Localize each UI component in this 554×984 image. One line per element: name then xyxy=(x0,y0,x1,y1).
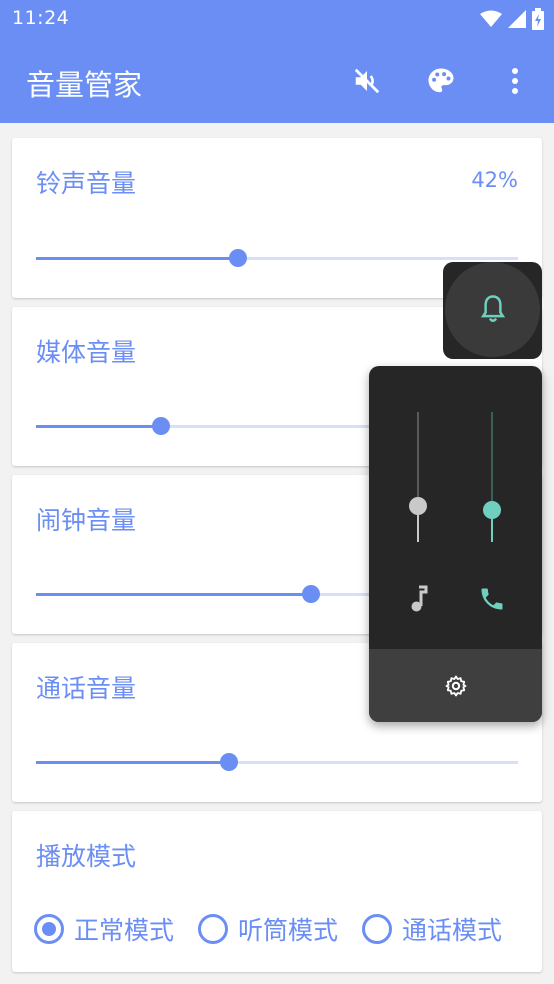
palette-button[interactable] xyxy=(424,64,458,98)
play-mode-label: 播放模式 xyxy=(36,842,137,871)
app-bar: 音量管家 xyxy=(0,38,554,123)
media-volume-label: 媒体音量 xyxy=(36,338,137,367)
bottom-edge xyxy=(0,975,554,984)
radio-circle[interactable] xyxy=(198,914,229,944)
slider-thumb[interactable] xyxy=(229,249,248,267)
radio-earpiece-mode[interactable]: 听筒模式 xyxy=(198,911,338,947)
bell-icon xyxy=(480,294,505,322)
radio-label: 通话模式 xyxy=(402,916,503,945)
mute-icon xyxy=(354,68,380,94)
call-volume-label: 通话音量 xyxy=(36,674,137,703)
radio-normal-mode[interactable]: 正常模式 xyxy=(34,911,174,947)
app-title: 音量管家 xyxy=(26,68,143,102)
battery-charging-icon xyxy=(532,8,544,30)
radio-call-mode[interactable]: 通话模式 xyxy=(362,911,502,947)
signal-icon xyxy=(508,10,526,28)
status-icons xyxy=(480,8,544,30)
play-mode-card: 播放模式 正常模式 听筒模式 通话模式 xyxy=(12,811,542,972)
status-time: 11:24 xyxy=(12,7,70,29)
radio-circle[interactable] xyxy=(362,914,393,944)
ringtone-volume-label: 铃声音量 xyxy=(36,169,137,198)
play-mode-radio-group: 正常模式 听筒模式 通话模式 xyxy=(34,911,502,947)
panel-settings-button[interactable] xyxy=(369,649,542,722)
more-options-button[interactable] xyxy=(498,64,532,98)
phone-icon xyxy=(481,588,503,610)
music-note-icon xyxy=(411,585,428,612)
slider-thumb[interactable] xyxy=(301,585,320,603)
ringtone-volume-percent: 42% xyxy=(471,168,518,192)
status-bar: 11:24 xyxy=(0,0,554,38)
wifi-icon xyxy=(480,10,502,27)
floating-volume-panel xyxy=(369,366,542,722)
slider-thumb[interactable] xyxy=(152,417,171,435)
radio-label: 正常模式 xyxy=(74,916,175,945)
floating-bell-button[interactable] xyxy=(443,262,542,359)
slider-thumb[interactable] xyxy=(219,753,238,771)
call-stream-button[interactable] xyxy=(477,584,507,614)
palette-icon xyxy=(428,68,454,93)
slider-thumb[interactable] xyxy=(483,500,501,519)
call-volume-slider[interactable] xyxy=(36,752,518,772)
media-stream-button[interactable] xyxy=(403,584,433,614)
call-vertical-slider[interactable] xyxy=(482,412,502,542)
mute-button[interactable] xyxy=(350,64,384,98)
alarm-volume-label: 闹钟音量 xyxy=(36,506,137,535)
gear-icon xyxy=(445,675,466,696)
radio-label: 听筒模式 xyxy=(238,916,339,945)
radio-circle[interactable] xyxy=(34,914,64,944)
more-vert-icon xyxy=(512,68,518,94)
media-vertical-slider[interactable] xyxy=(408,412,428,542)
slider-thumb[interactable] xyxy=(409,496,427,515)
